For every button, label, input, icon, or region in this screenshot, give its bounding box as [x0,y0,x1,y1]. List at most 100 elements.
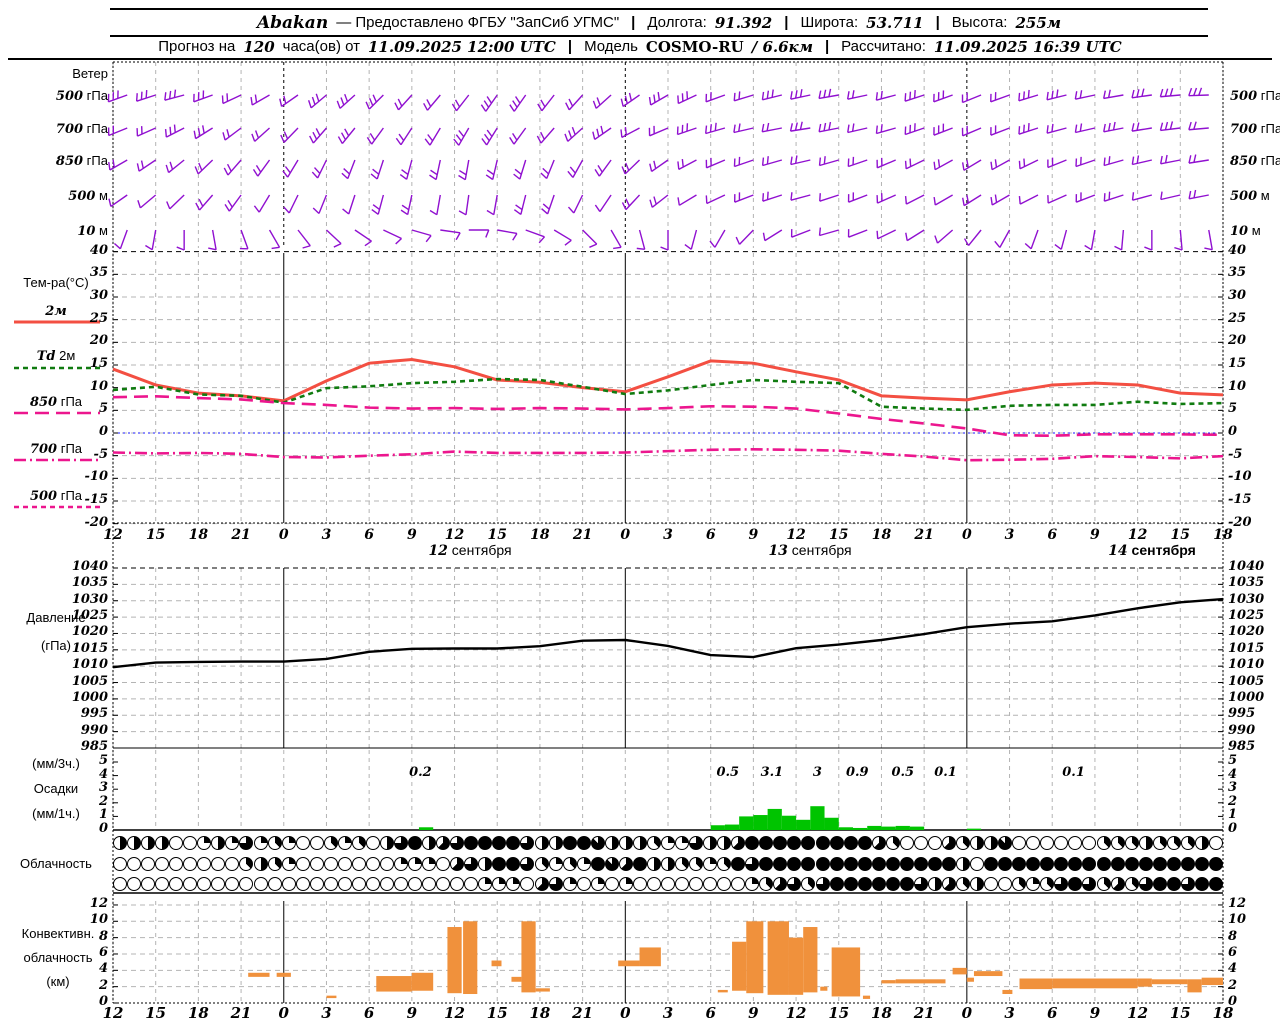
cloud-cover-circle [1096,877,1111,891]
cloud-cover-circle [590,857,605,871]
precip-ytick-right: 0 [1228,821,1238,836]
time-tick-label: 18 [530,527,550,543]
cloud-cover-circle [885,877,900,891]
cloud-cover-circle [534,857,549,871]
cloud-cover-circle [267,877,282,891]
precip-ytick-left: 0 [98,821,108,836]
cloud-cover-circle [562,836,577,850]
temp-ytick-left: -10 [84,469,109,485]
time-tick-label: 6 [1047,527,1058,543]
cloud-cover-circle [590,836,605,850]
temp-ytick-right: -10 [1228,469,1252,485]
cloud-cover-circle [1110,836,1125,850]
time-tick-label-bottom: 15 [145,1004,167,1022]
pressure-ytick-right: 995 [1228,706,1256,722]
wind-level-label-left: 500 гПа [55,88,108,104]
cloud-cover-circle [281,877,296,891]
cloud-cover-circle [548,836,563,850]
cloud-cover-circle [913,857,928,871]
cloud-cover-circle [351,877,366,891]
time-tick-label-bottom: 6 [705,1004,716,1022]
time-tick-label: 12 [1127,527,1148,543]
time-tick-label-bottom: 0 [961,1004,973,1022]
pressure-ytick-left: 1030 [71,591,108,607]
cloud-cover-circle [857,857,872,871]
cloud-cover-circle [127,836,142,850]
cloud-cover-circle [422,877,437,891]
cloud-cover-circle [253,877,268,891]
time-tick-label: 15 [145,527,166,543]
precip-3h-amount: 0.9 [845,765,869,780]
time-tick-label: 3 [321,527,332,543]
cloud-cover-circle [675,857,690,871]
cloud-cover-circle [604,857,619,871]
temp-ytick-left: 0 [98,424,108,439]
wind-level-label-left: 10 м [77,223,108,239]
conv-ytick-right: 10 [1228,912,1247,928]
conv-ytick-right: 4 [1228,961,1238,977]
time-tick-label: 9 [406,527,417,543]
cloud-cover-circle [1124,877,1139,891]
cloudiness-panel-title: Облачность [20,856,92,871]
time-tick-label: 21 [914,527,934,543]
cloud-cover-circle [141,857,156,871]
cloud-cover-circle [857,836,872,850]
cloud-cover-circle [1110,877,1125,891]
cloud-cover-circle [1152,836,1167,850]
pressure-ytick-right: 1020 [1228,624,1265,640]
cloud-cover-circle [970,836,985,850]
cloud-cover-circle [295,877,310,891]
cloud-cover-circle [253,857,268,871]
cloud-cover-circle [281,836,296,850]
cloud-cover-circle [857,877,872,891]
cloud-cover-circle [576,877,591,891]
cloud-cover-circle [970,877,985,891]
cloud-cover-circle [267,836,282,850]
cloud-cover-circle [127,877,142,891]
cloud-cover-circle [1194,877,1209,891]
precip-3h-amount: 0.2 [409,765,432,780]
cloud-cover-circle [365,877,380,891]
cloud-cover-circle [871,877,886,891]
cloud-cover-circle [309,857,324,871]
time-tick-label-bottom: 18 [187,1004,209,1022]
temp-ytick-left: 15 [89,356,108,371]
wind-level-label-right: 700 гПа [1230,121,1280,137]
cloud-cover-circle [394,857,408,871]
conv-ytick-right: 8 [1228,928,1238,944]
precip-3h-amount: 3.1 [760,765,784,780]
time-tick-label: 12 [786,527,806,543]
conv-ytick-left: 2 [98,977,108,993]
cloud-cover-circle [927,836,942,850]
time-tick-label: 15 [1170,527,1191,543]
temp-ytick-right: 15 [1228,356,1247,371]
wind-level-label-right: 10 м [1230,223,1261,239]
time-tick-label-bottom: 3 [321,1004,332,1022]
cloud-cover-circle [1110,857,1125,871]
temp-ytick-left: 40 [89,242,108,258]
precip-3h-amount: 0.1 [1062,765,1085,780]
time-tick-label-bottom: 0 [620,1004,631,1022]
cloud-cover-circle [113,877,127,891]
time-tick-label: 21 [572,527,593,543]
temp-ytick-right: 0 [1228,424,1238,439]
cloud-cover-circle [394,836,408,850]
cloud-cover-circle [1152,877,1167,891]
cloud-cover-circle [1096,857,1111,871]
cloud-cover-circle [113,857,127,871]
cloud-cover-circle [1208,836,1223,850]
cloud-cover-circle [829,877,844,891]
cloud-cover-circle [618,857,633,871]
cloud-cover-circle [323,836,338,850]
cloud-cover-circle [899,877,914,891]
temp-ytick-left: 30 [89,288,108,303]
cloud-cover-circle [309,877,324,891]
cloud-cover-circle [309,836,324,850]
cloud-cover-circle [689,877,704,891]
meteogram-page: Abakan — Предоставлено ФГБУ "ЗапСиб УГМС… [0,0,1280,1024]
time-tick-label: 15 [487,527,507,543]
pressure-ytick-right: 1025 [1228,608,1265,624]
temp-ytick-left: 35 [89,265,108,281]
cloud-cover-circle [576,857,591,871]
cloud-cover-circle [1180,836,1195,850]
